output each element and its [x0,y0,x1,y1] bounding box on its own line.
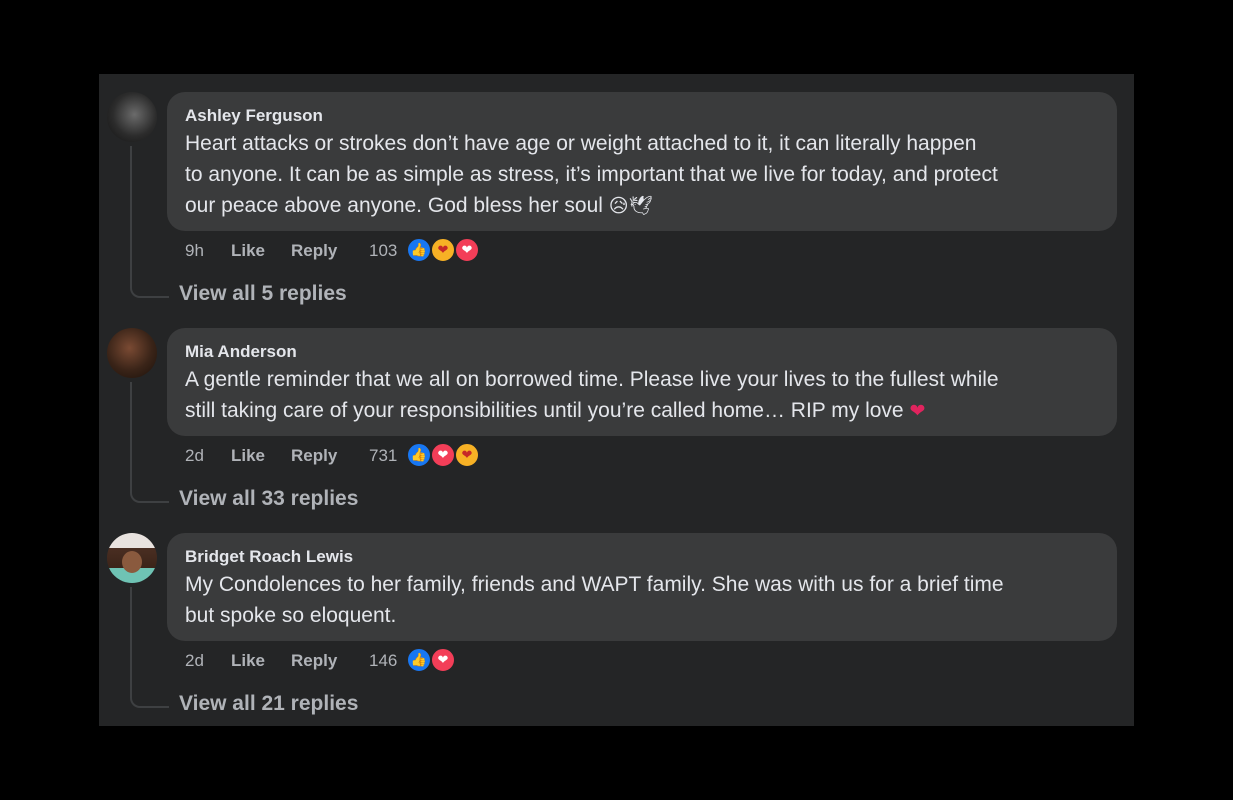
like-icon: 👍 [406,647,432,673]
reply-thread-line [130,587,169,708]
comment-line: our peace above anyone. God bless her so… [185,194,603,217]
care-icon: ❤ [430,237,456,263]
reaction-count[interactable]: 731 [369,442,397,470]
comment-author[interactable]: Ashley Ferguson [185,106,1099,126]
avatar-face [122,551,142,573]
comment-timestamp[interactable]: 9h [185,237,204,265]
like-button[interactable]: Like [231,647,265,675]
avatar[interactable] [107,328,157,378]
comment-line: A gentle reminder that we all on borrowe… [185,368,999,391]
view-replies-link[interactable]: View all 21 replies [179,690,358,718]
comment-line: Heart attacks or strokes don’t have age … [185,132,977,155]
comment-text: Heart attacks or strokes don’t have age … [185,128,1099,222]
reply-button[interactable]: Reply [291,237,337,265]
view-replies-link[interactable]: View all 33 replies [179,485,358,513]
comment-line: My Condolences to her family, friends an… [185,573,1004,596]
comment-author[interactable]: Mia Anderson [185,342,1099,362]
comment-text: A gentle reminder that we all on borrowe… [185,364,1099,427]
love-icon: ❤ [430,442,456,468]
reply-thread-line [130,382,169,503]
comments-panel: Ashley Ferguson Heart attacks or strokes… [99,74,1134,726]
dove-icon: 🕊 [628,195,653,217]
comment-timestamp[interactable]: 2d [185,442,204,470]
avatar[interactable] [107,92,157,142]
like-button[interactable]: Like [231,237,265,265]
comment-author[interactable]: Bridget Roach Lewis [185,547,1099,567]
comment-line: to anyone. It can be as simple as stress… [185,163,998,186]
care-icon: ❤ [454,442,480,468]
like-icon: 👍 [406,237,432,263]
avatar[interactable] [107,533,157,583]
love-icon: ❤ [454,237,480,263]
reply-button[interactable]: Reply [291,647,337,675]
red-heart-icon: ❤ [909,400,926,422]
reaction-count[interactable]: 103 [369,237,397,265]
comment-line: still taking care of your responsibiliti… [185,399,904,422]
comment-line: but spoke so eloquent. [185,604,397,627]
crying-face-icon: 😥 [608,195,629,217]
comment-text: My Condolences to her family, friends an… [185,569,1099,631]
comment-bubble: Ashley Ferguson Heart attacks or strokes… [167,92,1117,231]
like-button[interactable]: Like [231,442,265,470]
love-icon: ❤ [430,647,456,673]
reply-button[interactable]: Reply [291,442,337,470]
like-icon: 👍 [406,442,432,468]
reaction-count[interactable]: 146 [369,647,397,675]
reply-thread-line [130,146,169,298]
comment-timestamp[interactable]: 2d [185,647,204,675]
comment-bubble: Mia Anderson A gentle reminder that we a… [167,328,1117,436]
comment-bubble: Bridget Roach Lewis My Condolences to he… [167,533,1117,641]
view-replies-link[interactable]: View all 5 replies [179,280,347,308]
